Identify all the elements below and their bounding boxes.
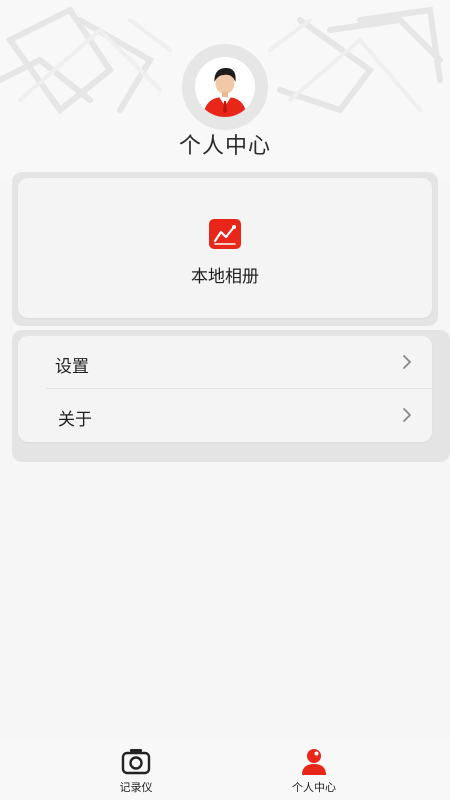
nav-tab-personal-center[interactable]: 个人中心 — [264, 740, 364, 800]
page-title: 个人中心 — [178, 134, 271, 159]
settings-menu-card: 设置 关于 — [18, 336, 432, 442]
person-icon — [298, 747, 330, 777]
camera-icon — [120, 747, 152, 777]
about-label: 关于 — [58, 410, 92, 430]
nav-tab-recorder[interactable]: 记录仪 — [86, 740, 186, 800]
avatar[interactable] — [195, 57, 255, 117]
menu-item-settings[interactable]: 设置 — [18, 336, 432, 388]
nav-label-recorder: 记录仪 — [119, 781, 153, 794]
person-avatar-icon — [195, 57, 255, 117]
menu-item-about[interactable]: 关于 — [18, 389, 432, 441]
bottom-navigation: 记录仪 个人中心 — [0, 740, 450, 800]
album-chart-icon — [209, 219, 241, 249]
local-album-card[interactable]: 本地相册 — [18, 178, 432, 318]
local-album-label: 本地相册 — [191, 267, 259, 287]
nav-label-personal-center: 个人中心 — [292, 781, 336, 794]
chevron-right-icon — [402, 354, 412, 370]
chevron-right-icon — [402, 407, 412, 423]
settings-label: 设置 — [55, 357, 89, 377]
